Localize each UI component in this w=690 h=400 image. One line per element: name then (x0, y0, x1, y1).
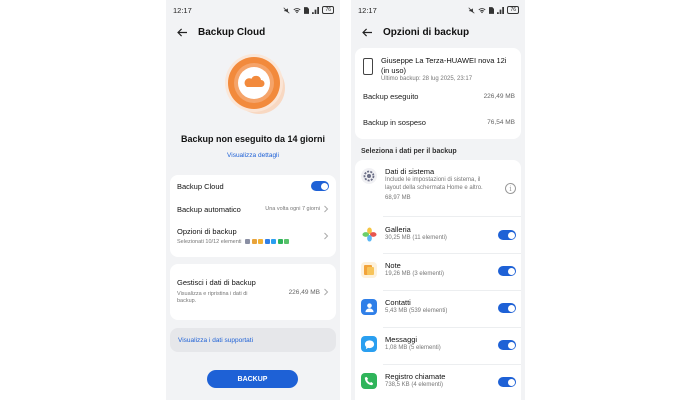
status-time: 12:17 (173, 5, 192, 15)
sim-icon (304, 6, 310, 14)
backup-button[interactable]: BACKUP (207, 370, 298, 388)
phone-icon (361, 373, 377, 389)
backup-cloud-row[interactable]: Backup Cloud (170, 175, 336, 197)
gallery-toggle[interactable] (498, 230, 516, 240)
status-bar: 12:17 76 (351, 0, 525, 20)
mute-icon (283, 6, 290, 14)
contacts-mini-icon (264, 239, 270, 245)
backup-options-screen: 12:17 76 Opzioni di backup Giuseppe La T… (351, 0, 525, 400)
info-icon[interactable]: i (505, 183, 516, 194)
app-icons-strip (245, 239, 290, 245)
chevron-right-icon (324, 288, 329, 296)
chevron-right-icon (324, 205, 329, 213)
backup-data-list: Dati di sistema Include le impostazioni … (355, 160, 521, 400)
manage-backup-title: Gestisci i dati di backup (177, 278, 256, 288)
phone-mini-icon (277, 239, 283, 245)
mute-icon (468, 6, 475, 14)
backup-cloud-label: Backup Cloud (177, 181, 224, 191)
back-button[interactable] (359, 24, 375, 40)
item-title: Note (385, 261, 401, 270)
item-title: Contatti (385, 298, 411, 307)
manage-backup-size: 226,49 MB (288, 288, 320, 296)
status-bar: 12:17 76 (166, 0, 340, 20)
messages-toggle[interactable] (498, 340, 516, 350)
notes-icon (361, 262, 377, 278)
item-subtitle: 5,43 MB (539 elementi) (385, 308, 448, 314)
view-details-link[interactable]: Visualizza dettagli (166, 152, 340, 159)
list-item-call-log[interactable]: Registro chiamate 738,5 KB (4 elementi) (355, 365, 521, 400)
backup-cloud-toggle[interactable] (311, 181, 329, 191)
list-item-gallery[interactable]: Galleria 30,25 MB (11 elementi) (355, 217, 521, 253)
item-title: Dati di sistema (385, 167, 435, 176)
backup-options-sub: Selezionati 10/12 elementi (177, 239, 242, 245)
backup-options-row[interactable]: Opzioni di backup Selezionati 10/12 elem… (170, 221, 336, 251)
system-mini-icon (245, 239, 251, 245)
backup-status-text: Backup non eseguito da 14 giorni (180, 134, 326, 144)
item-title: Galleria (385, 225, 411, 234)
item-subtitle: 738,5 KB (4 elementi) (385, 382, 444, 388)
call-log-toggle[interactable] (498, 377, 516, 387)
backup-pending-label: Backup in sospeso (363, 118, 426, 127)
list-item-notes[interactable]: Note 19,26 MB (3 elementi) (355, 254, 521, 290)
backup-done-row: Backup eseguito 226,49 MB (363, 92, 515, 101)
messages-icon (361, 336, 377, 352)
auto-backup-value: Una volta ogni 7 giorni (265, 206, 320, 212)
wifi-icon (293, 7, 301, 13)
section-title: Seleziona i dati per il backup (361, 148, 457, 155)
chevron-right-icon (324, 232, 329, 240)
backup-cloud-screen: 12:17 76 Backup Cloud Backup non eseguit… (166, 0, 340, 400)
backup-done-value: 226,49 MB (483, 93, 515, 100)
manage-backup-sub: Visualizza e ripristina i dati di backup… (177, 290, 248, 305)
messages-mini-icon (271, 239, 277, 245)
contacts-icon (361, 299, 377, 315)
status-time: 12:17 (358, 5, 377, 15)
signal-icon (497, 6, 505, 14)
item-title: Registro chiamate (385, 372, 446, 381)
cloud-backup-icon (225, 54, 285, 114)
device-card: Giuseppe La Terza-HUAWEI nova 12i (in us… (355, 48, 521, 139)
contacts-toggle[interactable] (498, 303, 516, 313)
backup-pending-row: Backup in sospeso 76,54 MB (363, 118, 515, 127)
item-subtitle: 1,08 MB (5 elementi) (385, 345, 441, 351)
page-title: Opzioni di backup (383, 26, 470, 38)
auto-backup-row[interactable]: Backup automatico Una volta ogni 7 giorn… (170, 197, 336, 221)
item-description: Include le impostazioni di sistema, il l… (385, 177, 483, 191)
signal-icon (312, 6, 320, 14)
item-title: Messaggi (385, 335, 418, 344)
list-item-contacts[interactable]: Contatti 5,43 MB (539 elementi) (355, 291, 521, 327)
battery-icon: 76 (322, 6, 334, 14)
wifi-icon (478, 7, 486, 13)
device-name: Giuseppe La Terza-HUAWEI nova 12i (in us… (381, 56, 507, 75)
back-button[interactable] (174, 24, 190, 40)
phone-device-icon (363, 58, 373, 75)
gallery-icon (361, 226, 377, 242)
notes-mini-icon (258, 239, 264, 245)
notes-toggle[interactable] (498, 266, 516, 276)
back-arrow-icon (176, 27, 187, 37)
backup-settings-card: Backup Cloud Backup automatico Una volta… (170, 175, 336, 257)
more-mini-icon (284, 239, 290, 245)
item-subtitle: 19,26 MB (3 elementi) (385, 271, 445, 277)
list-item-system-data[interactable]: Dati di sistema Include le impostazioni … (355, 160, 521, 216)
back-arrow-icon (361, 27, 372, 37)
item-subtitle: 30,25 MB (11 elementi) (385, 235, 447, 241)
sim-icon (489, 6, 495, 14)
item-size: 68,97 MB (385, 195, 411, 201)
auto-backup-label: Backup automatico (177, 204, 241, 214)
gear-icon (361, 168, 377, 184)
last-backup-time: Ultimo backup: 28 lug 2025, 23:17 (381, 76, 473, 82)
supported-data-link[interactable]: Visualizza i dati supportati (170, 328, 336, 352)
backup-options-label: Opzioni di backup (177, 227, 237, 236)
list-item-messages[interactable]: Messaggi 1,08 MB (5 elementi) (355, 328, 521, 364)
manage-backup-card[interactable]: Gestisci i dati di backup Visualizza e r… (170, 264, 336, 320)
backup-done-label: Backup eseguito (363, 92, 419, 101)
backup-hero (166, 44, 340, 134)
battery-icon: 76 (507, 6, 519, 14)
backup-pending-value: 76,54 MB (487, 119, 515, 126)
page-title: Backup Cloud (198, 26, 266, 38)
gallery-mini-icon (251, 239, 257, 245)
